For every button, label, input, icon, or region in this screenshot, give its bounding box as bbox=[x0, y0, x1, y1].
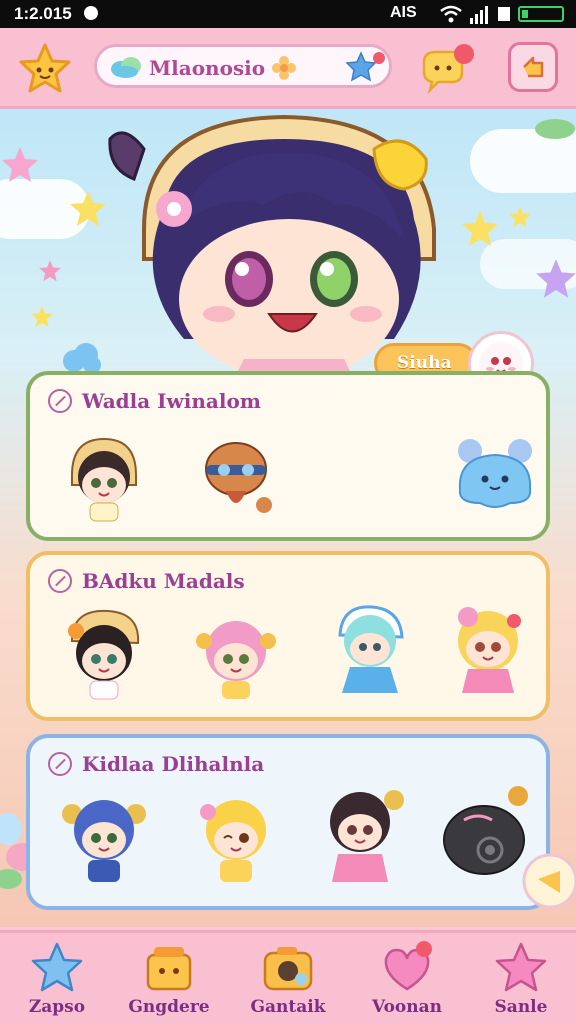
signal-icon bbox=[470, 4, 490, 24]
character-card[interactable] bbox=[310, 778, 410, 882]
notification-button[interactable] bbox=[418, 42, 478, 96]
nav-label: Gantaik bbox=[250, 997, 326, 1017]
yellow-star-icon bbox=[70, 191, 106, 226]
yellow-star-icon bbox=[509, 206, 531, 228]
panel-title: Kidlaa Dlihalnla bbox=[82, 752, 265, 776]
chibi-character bbox=[196, 621, 276, 699]
chibi-character bbox=[68, 609, 140, 700]
status-bar: 1:2.015 AIS bbox=[0, 0, 576, 28]
title-pill[interactable]: Mlaonosio bbox=[94, 44, 392, 88]
leaf-icon bbox=[535, 119, 575, 139]
character-card[interactable] bbox=[54, 784, 154, 888]
status-time: 1:2.015 bbox=[14, 4, 72, 23]
star-icon bbox=[31, 942, 83, 992]
corner-gift-icon[interactable] bbox=[520, 849, 576, 913]
star-face-icon bbox=[19, 43, 71, 93]
flower-icon bbox=[272, 56, 296, 80]
nav-item-voonan[interactable]: Voonan bbox=[352, 939, 462, 1023]
character-card[interactable] bbox=[54, 425, 154, 529]
shop-icon bbox=[146, 947, 192, 991]
chibi-character bbox=[458, 607, 521, 693]
character-card[interactable] bbox=[186, 425, 286, 529]
back-button[interactable] bbox=[508, 42, 558, 92]
nav-label: Zapso bbox=[28, 997, 86, 1017]
main-scene: Siuha Wadla Iwinalom BAdku Madals Kidlaa… bbox=[0, 109, 576, 927]
panel-title: BAdku Madals bbox=[82, 569, 245, 593]
nav-item-gngdere[interactable]: Gngdere bbox=[114, 939, 224, 1023]
collection-panel-3[interactable]: Kidlaa Dlihalnla bbox=[26, 734, 550, 910]
purple-star-icon bbox=[536, 259, 576, 298]
nav-label: Sanle bbox=[494, 997, 548, 1017]
character-card[interactable] bbox=[434, 778, 534, 882]
nav-label: Gngdere bbox=[128, 997, 210, 1017]
panel-title: Wadla Iwinalom bbox=[82, 389, 261, 413]
black-round-creature bbox=[443, 786, 528, 875]
blue-slime-character bbox=[458, 439, 532, 508]
main-avatar[interactable] bbox=[104, 109, 464, 379]
character-card[interactable] bbox=[320, 595, 420, 699]
app-title: Mlaonosio bbox=[149, 56, 266, 80]
chibi-character bbox=[200, 800, 266, 882]
pink-star-icon bbox=[39, 260, 61, 282]
blue-star-icon bbox=[345, 51, 385, 82]
wifi-icon bbox=[440, 5, 462, 23]
star-icon bbox=[495, 942, 547, 992]
chat-bubble-icon bbox=[422, 44, 474, 95]
back-arrow-icon bbox=[523, 56, 544, 78]
bottom-navigation: Zapso Gngdere Gantaik Voonan Sanle bbox=[0, 930, 576, 1024]
character-card[interactable] bbox=[450, 429, 550, 533]
character-name: Siuha bbox=[397, 353, 452, 373]
avatar-illustration bbox=[108, 114, 436, 379]
battery-icon bbox=[518, 6, 564, 22]
nav-item-sanle[interactable]: Sanle bbox=[466, 939, 576, 1023]
cloud-icon bbox=[111, 57, 141, 78]
nav-item-zapso[interactable]: Zapso bbox=[2, 939, 112, 1023]
notification-dot-icon bbox=[84, 6, 98, 20]
camera-icon bbox=[263, 947, 313, 991]
chibi-character bbox=[338, 605, 404, 693]
star-menu-button[interactable] bbox=[18, 42, 72, 96]
status-carrier: AIS bbox=[390, 4, 417, 21]
top-bar: Mlaonosio bbox=[0, 28, 576, 109]
nav-item-gantaik[interactable]: Gantaik bbox=[233, 939, 343, 1023]
character-card[interactable] bbox=[438, 595, 538, 699]
yellow-star-icon bbox=[31, 306, 53, 328]
edit-circle-icon bbox=[48, 389, 72, 413]
collection-panel-2[interactable]: BAdku Madals bbox=[26, 551, 550, 721]
character-card[interactable] bbox=[54, 601, 154, 705]
edit-circle-icon bbox=[48, 569, 72, 593]
edit-circle-icon bbox=[48, 752, 72, 776]
nav-label: Voonan bbox=[371, 997, 443, 1017]
chibi-character bbox=[62, 800, 146, 882]
heart-icon bbox=[384, 941, 432, 991]
character-card[interactable] bbox=[186, 601, 286, 705]
yellow-star-icon bbox=[462, 211, 498, 246]
sim-icon bbox=[498, 7, 510, 21]
collection-panel-1[interactable]: Wadla Iwinalom bbox=[26, 371, 550, 541]
chibi-character bbox=[330, 790, 404, 882]
character-card[interactable] bbox=[186, 784, 286, 888]
chibi-character bbox=[71, 437, 137, 522]
chibi-character bbox=[205, 442, 272, 513]
pink-star-icon bbox=[2, 147, 38, 182]
